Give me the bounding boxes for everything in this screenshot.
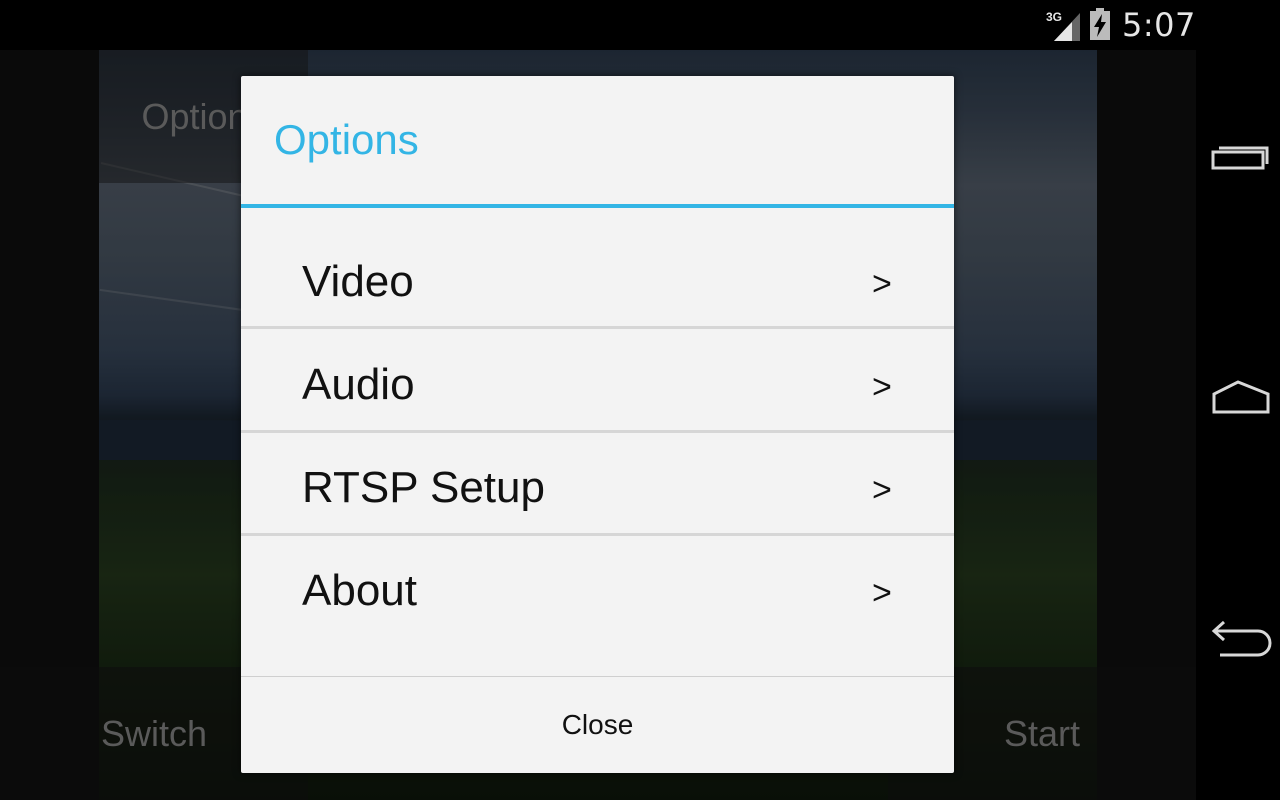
home-button[interactable] — [1196, 358, 1280, 438]
home-icon — [1212, 380, 1270, 414]
menu-item-label: Audio — [302, 360, 415, 409]
options-dialog: Options Video > Audio > RTSP Setup > Abo… — [241, 76, 954, 773]
status-bar: 3G 5:07 — [0, 0, 1280, 50]
clock: 5:07 — [1122, 6, 1196, 44]
signal-3g-icon: 3G — [1046, 10, 1080, 41]
battery-charging-icon — [1090, 8, 1110, 40]
close-button[interactable]: Close — [241, 677, 954, 773]
chevron-right-icon: > — [872, 265, 892, 303]
menu-item-label: Video — [302, 257, 414, 306]
chevron-right-icon: > — [872, 368, 892, 406]
navigation-bar — [1196, 50, 1280, 800]
recent-apps-button[interactable] — [1196, 120, 1280, 200]
dialog-title: Options — [274, 116, 419, 163]
menu-item-audio[interactable]: Audio > — [241, 332, 954, 433]
back-icon — [1211, 620, 1272, 657]
back-button[interactable] — [1196, 595, 1280, 675]
title-divider — [241, 204, 954, 208]
menu-item-about[interactable]: About > — [241, 538, 954, 639]
network-type-label: 3G — [1046, 10, 1062, 24]
item-divider — [241, 430, 954, 433]
menu-item-video[interactable]: Video > — [241, 229, 954, 330]
menu-item-rtsp-setup[interactable]: RTSP Setup > — [241, 435, 954, 536]
menu-item-label: About — [302, 566, 417, 615]
item-divider — [241, 326, 954, 329]
recent-apps-icon — [1211, 146, 1269, 170]
menu-item-label: RTSP Setup — [302, 463, 545, 512]
item-divider — [241, 533, 954, 536]
chevron-right-icon: > — [872, 471, 892, 509]
chevron-right-icon: > — [872, 574, 892, 612]
